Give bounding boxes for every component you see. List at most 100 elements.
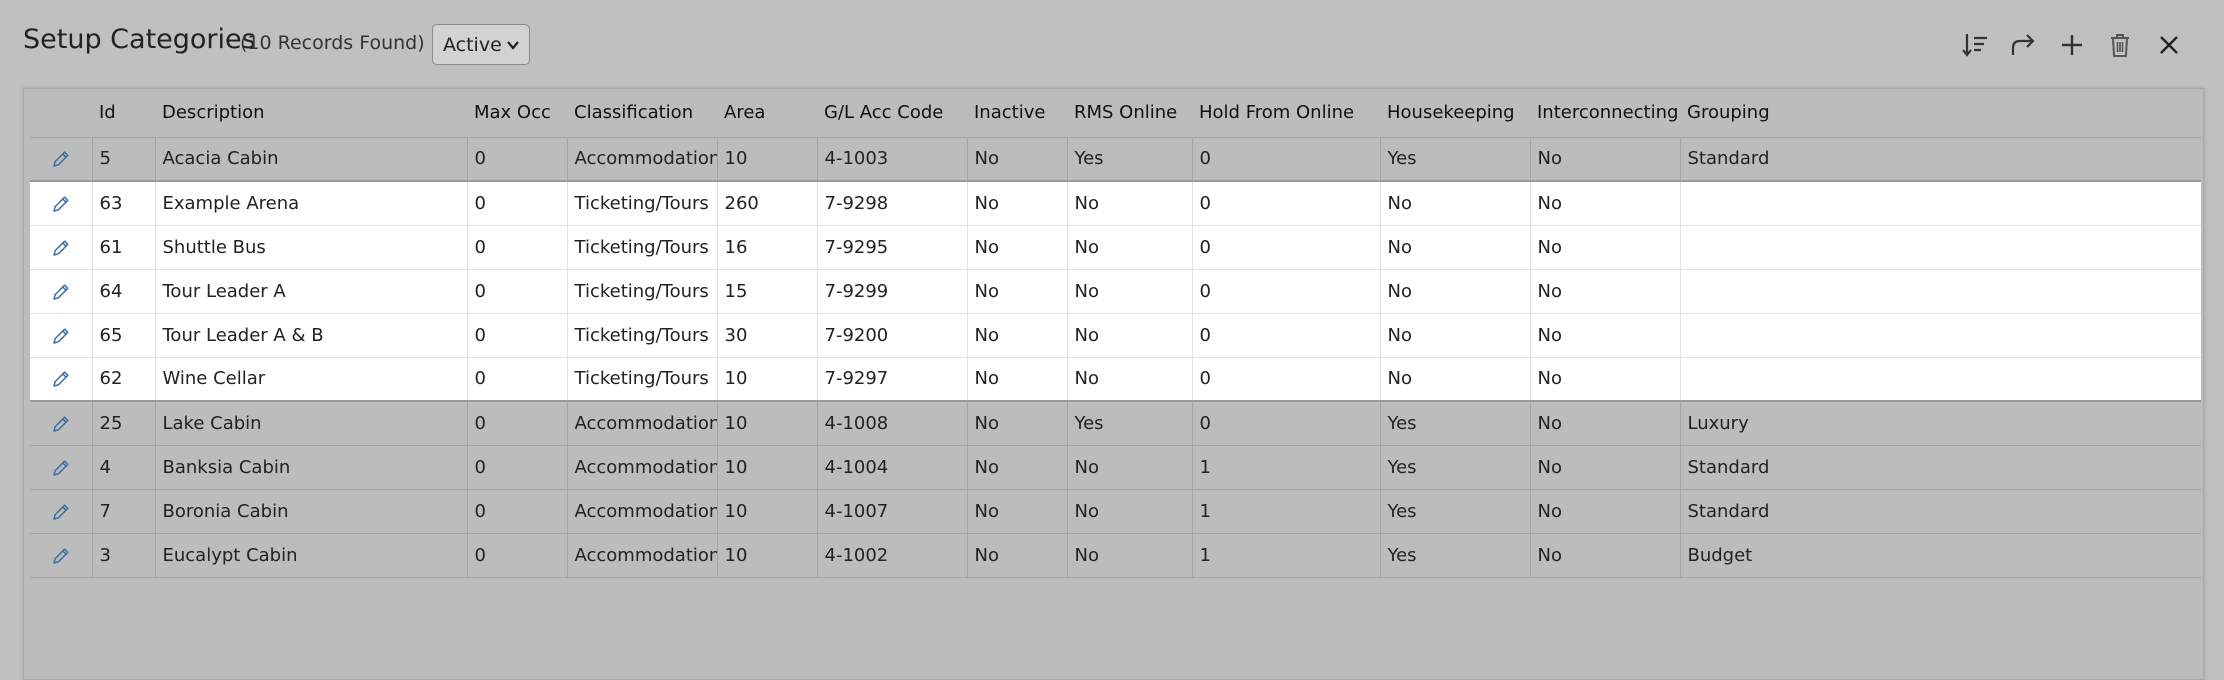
cell-max-occ: 0 <box>466 444 567 489</box>
cell-inactive: No <box>966 532 1067 578</box>
cell-rms-online: No <box>1066 532 1192 578</box>
pencil-icon[interactable] <box>51 238 71 258</box>
cell-inactive: No <box>966 444 1067 489</box>
page-title: Setup Categories <box>23 24 256 55</box>
forward-button[interactable] <box>2006 28 2040 62</box>
cell-id: 64 <box>91 268 155 313</box>
col-grouping[interactable]: Grouping <box>1680 89 2201 137</box>
col-interconnecting[interactable]: Interconnecting <box>1530 89 1680 137</box>
pencil-icon[interactable] <box>51 282 71 302</box>
categories-panel: Id Description Max Occ Classification Ar… <box>23 88 2204 680</box>
table-row[interactable]: 5 Acacia Cabin 0 Accommodation 10 4-1003 No Yes… <box>30 136 2201 181</box>
cell-gl-acc-code: 4-1007 <box>816 488 967 533</box>
cell-rms-online: No <box>1066 268 1192 313</box>
edit-cell[interactable] <box>30 400 92 445</box>
cell-inactive: No <box>966 180 1067 225</box>
pencil-icon[interactable] <box>51 194 71 214</box>
col-gl-acc-code[interactable]: G/L Acc Code <box>817 89 967 137</box>
cell-grouping <box>1679 180 2201 225</box>
col-housekeeping[interactable]: Housekeeping <box>1380 89 1530 137</box>
pencil-icon[interactable] <box>51 149 71 169</box>
cell-inactive: No <box>966 400 1067 445</box>
col-hold-from-online[interactable]: Hold From Online <box>1192 89 1380 137</box>
col-id[interactable]: Id <box>92 89 155 137</box>
edit-cell[interactable] <box>30 444 92 489</box>
cell-area: 10 <box>716 532 817 578</box>
add-button[interactable] <box>2055 28 2089 62</box>
cell-description: Acacia Cabin <box>154 136 467 181</box>
table-row[interactable]: 3 Eucalypt Cabin 0 Accommodation 10 4-1002 No N… <box>30 532 2201 578</box>
cell-hold-from-online: 1 <box>1191 488 1380 533</box>
status-filter-select[interactable]: Active <box>432 24 530 65</box>
edit-cell[interactable] <box>30 180 92 225</box>
edit-cell[interactable] <box>30 488 92 533</box>
cell-area: 10 <box>716 136 817 181</box>
cell-interconnecting: No <box>1529 356 1680 401</box>
cell-interconnecting: No <box>1529 400 1680 445</box>
table-row[interactable]: 62 Wine Cellar 0 Ticketing/Tours 10 7-9297 No N… <box>30 356 2201 401</box>
cell-grouping: Standard <box>1679 136 2201 181</box>
cell-id: 65 <box>91 312 155 357</box>
cell-classification: Accommodation <box>566 444 717 489</box>
sort-button[interactable] <box>1958 28 1992 62</box>
cell-housekeeping: No <box>1379 268 1530 313</box>
col-classification[interactable]: Classification <box>567 89 717 137</box>
edit-cell[interactable] <box>30 136 92 181</box>
close-icon <box>2160 36 2178 54</box>
col-edit <box>30 89 92 137</box>
cell-rms-online: No <box>1066 224 1192 269</box>
table-row[interactable]: 4 Banksia Cabin 0 Accommodation 10 4-1004 No No… <box>30 444 2201 489</box>
table-body: 5 Acacia Cabin 0 Accommodation 10 4-1003 No Yes… <box>30 136 2201 578</box>
edit-cell[interactable] <box>30 224 92 269</box>
pencil-icon[interactable] <box>51 326 71 346</box>
table-row[interactable]: 64 Tour Leader A 0 Ticketing/Tours 15 7-9299 N… <box>30 268 2201 313</box>
table-row[interactable]: 25 Lake Cabin 0 Accommodation 10 4-1008 No Yes 0… <box>30 400 2201 445</box>
edit-cell[interactable] <box>30 356 92 401</box>
cell-rms-online: No <box>1066 180 1192 225</box>
col-inactive[interactable]: Inactive <box>967 89 1067 137</box>
cell-hold-from-online: 1 <box>1191 532 1380 578</box>
cell-grouping <box>1679 268 2201 313</box>
cell-inactive: No <box>966 312 1067 357</box>
pencil-icon[interactable] <box>51 414 71 434</box>
cell-id: 62 <box>91 356 155 401</box>
pencil-icon[interactable] <box>51 369 71 389</box>
close-button[interactable] <box>2152 28 2186 62</box>
table-header-row: Id Description Max Occ Classification Ar… <box>30 89 2201 137</box>
table-row[interactable]: 63 Example Arena 0 Ticketing/Tours 260 7-9298… <box>30 180 2201 225</box>
cell-area: 10 <box>716 356 817 401</box>
cell-grouping: Budget <box>1679 532 2201 578</box>
table-row[interactable]: 65 Tour Leader A & B 0 Ticketing/Tours 30 7-9… <box>30 312 2201 357</box>
cell-area: 30 <box>716 312 817 357</box>
table-row[interactable]: 61 Shuttle Bus 0 Ticketing/Tours 16 7-9295 No N… <box>30 224 2201 269</box>
cell-max-occ: 0 <box>466 400 567 445</box>
cell-id: 4 <box>91 444 155 489</box>
edit-cell[interactable] <box>30 268 92 313</box>
cell-rms-online: Yes <box>1066 136 1192 181</box>
cell-inactive: No <box>966 356 1067 401</box>
col-description[interactable]: Description <box>155 89 467 137</box>
cell-housekeeping: Yes <box>1379 444 1530 489</box>
cell-interconnecting: No <box>1529 136 1680 181</box>
cell-interconnecting: No <box>1529 532 1680 578</box>
cell-hold-from-online: 0 <box>1191 136 1380 181</box>
edit-cell[interactable] <box>30 532 92 578</box>
table-row[interactable]: 7 Boronia Cabin 0 Accommodation 10 4-1007 No No… <box>30 488 2201 533</box>
cell-interconnecting: No <box>1529 488 1680 533</box>
edit-cell[interactable] <box>30 312 92 357</box>
cell-interconnecting: No <box>1529 180 1680 225</box>
cell-max-occ: 0 <box>466 268 567 313</box>
cell-hold-from-online: 0 <box>1191 356 1380 401</box>
cell-gl-acc-code: 4-1002 <box>816 532 967 578</box>
col-max-occ[interactable]: Max Occ <box>467 89 567 137</box>
pencil-icon[interactable] <box>51 458 71 478</box>
delete-button[interactable] <box>2103 28 2137 62</box>
cell-housekeeping: Yes <box>1379 488 1530 533</box>
col-rms-online[interactable]: RMS Online <box>1067 89 1192 137</box>
pencil-icon[interactable] <box>51 502 71 522</box>
cell-classification: Accommodation <box>566 136 717 181</box>
pencil-icon[interactable] <box>51 546 71 566</box>
cell-gl-acc-code: 4-1008 <box>816 400 967 445</box>
cell-inactive: No <box>966 268 1067 313</box>
col-area[interactable]: Area <box>717 89 817 137</box>
